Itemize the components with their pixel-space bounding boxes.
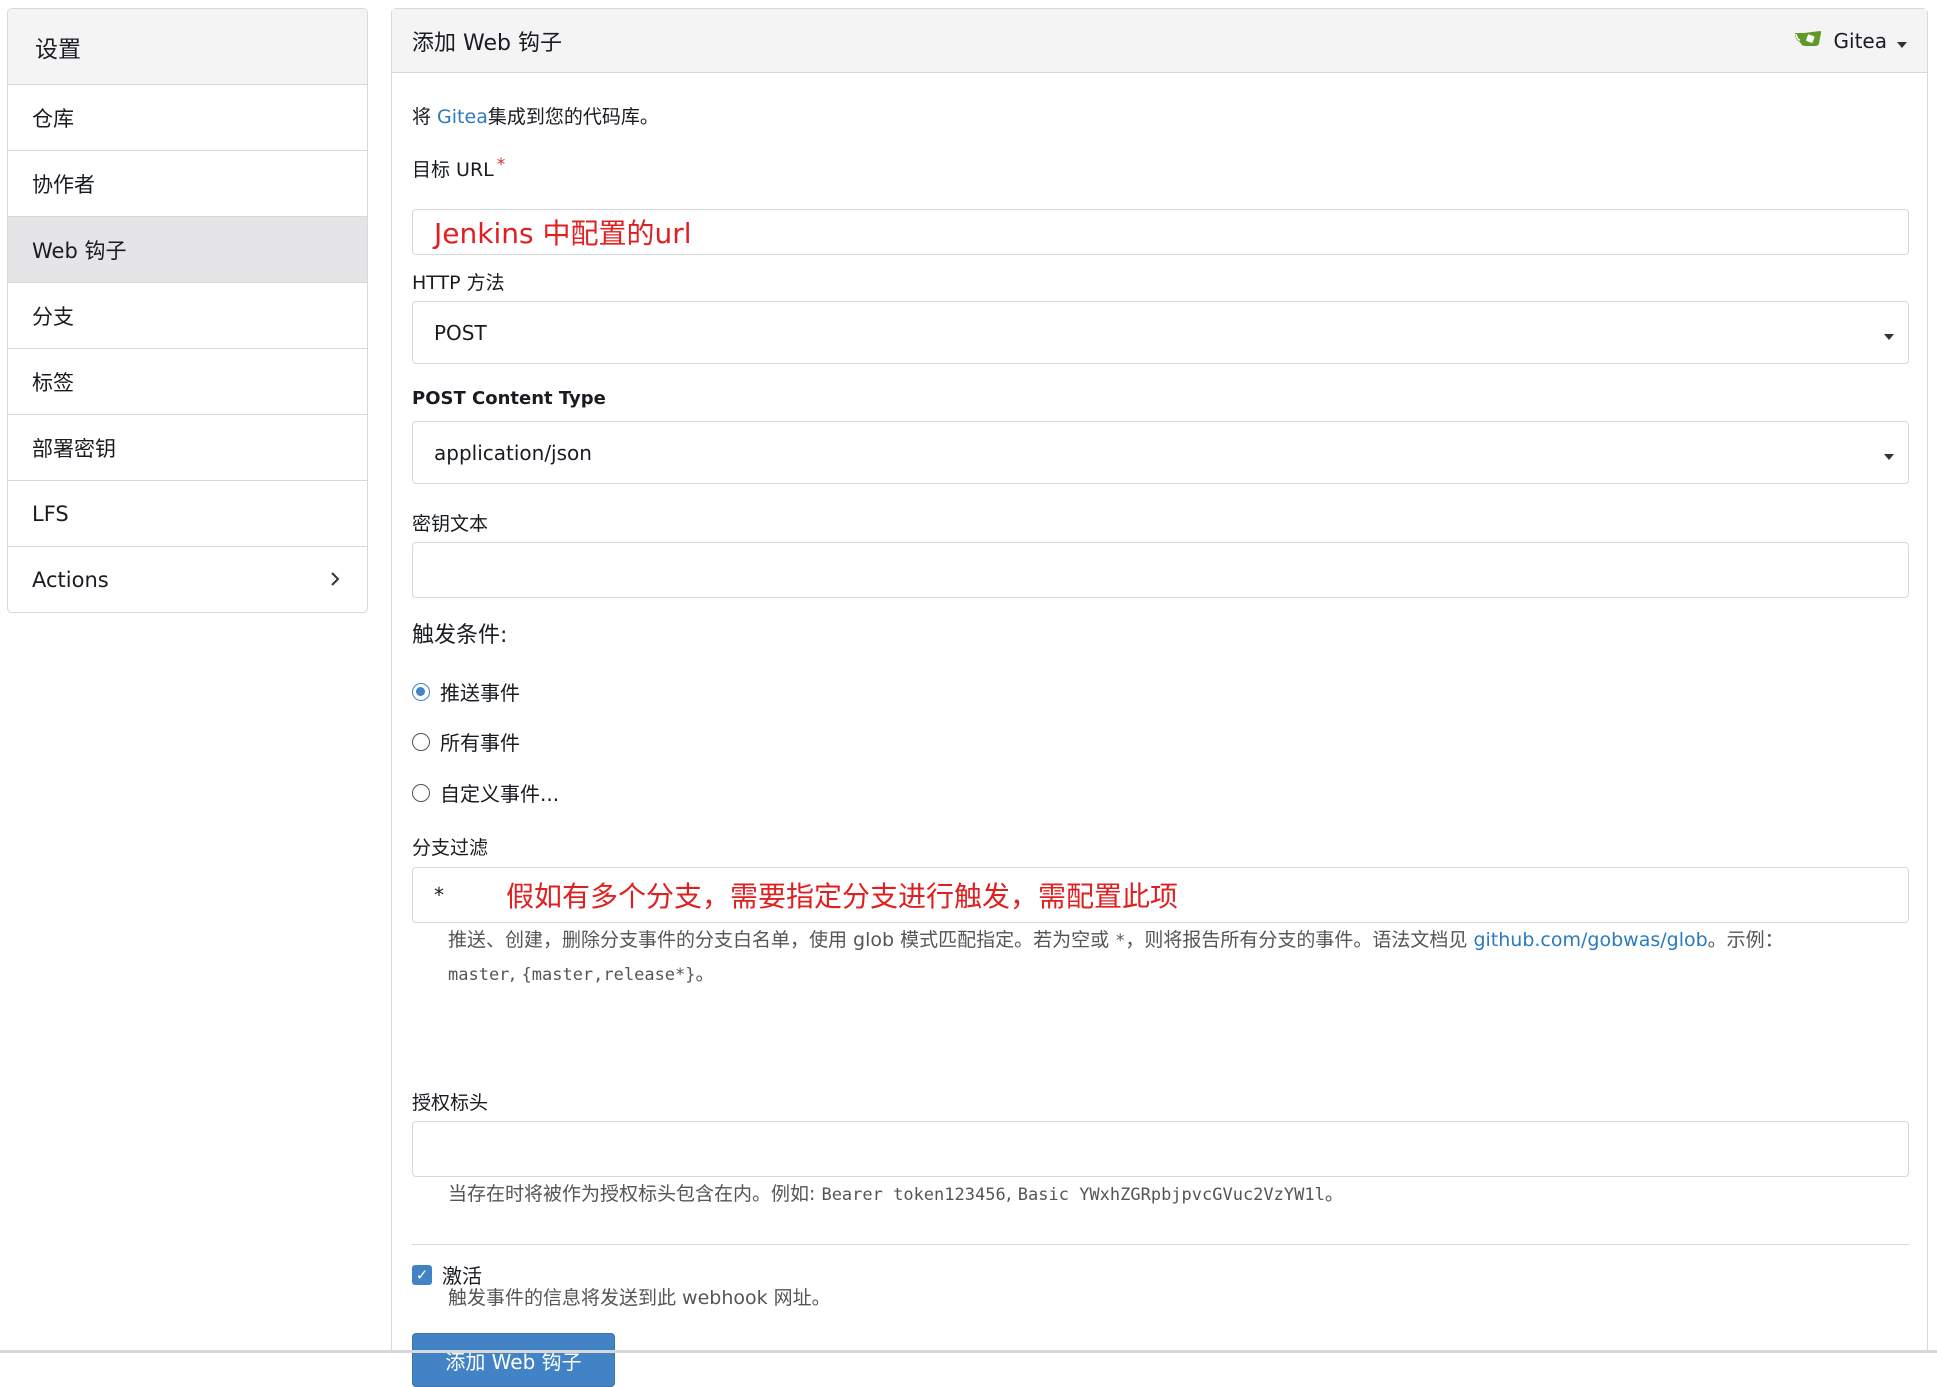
sidebar-item-label: LFS <box>32 501 69 526</box>
help-text: , <box>1005 1183 1018 1205</box>
help-text: , <box>509 963 522 985</box>
active-checkbox[interactable]: ✓ <box>412 1264 432 1285</box>
help-text: 。 <box>695 963 715 985</box>
help-text: 当存在时将被作为授权标头包含在内。例如: <box>448 1183 822 1205</box>
branch-filter-annotation: 假如有多个分支，需要指定分支进行触发，需配置此项 <box>506 880 1179 913</box>
target-url-annotation: Jenkins 中配置的url <box>434 217 692 250</box>
sidebar-item-tags[interactable]: 标签 <box>8 348 367 414</box>
trigger-option-all[interactable]: 所有事件 <box>412 727 520 756</box>
sidebar-header-label: 设置 <box>35 36 81 63</box>
secret-label: 密钥文本 <box>412 513 489 535</box>
chevron-right-icon <box>330 568 340 592</box>
sidebar-item-webhooks[interactable]: Web 钩子 <box>8 216 367 282</box>
webhook-type-label: Gitea <box>1833 28 1887 53</box>
auth-header-label: 授权标头 <box>412 1092 489 1114</box>
secret-input[interactable] <box>412 542 1909 598</box>
http-method-select[interactable]: POST <box>412 301 1909 364</box>
required-mark: * <box>496 155 506 175</box>
trigger-option-label: 所有事件 <box>440 731 520 755</box>
radio-selected[interactable] <box>412 682 430 701</box>
target-url-label: 目标 URL * <box>412 155 505 182</box>
branch-filter-help: 推送、创建，删除分支事件的分支白名单，使用 glob 模式匹配指定。若为空或 *… <box>448 924 1908 992</box>
trigger-option-label: 推送事件 <box>440 681 520 705</box>
sidebar-item-label: Actions <box>32 567 109 592</box>
caret-down-icon <box>1884 441 1894 465</box>
settings-sidebar: 设置 仓库 协作者 Web 钩子 分支 标签 部署密钥 LFS Actions <box>7 8 368 613</box>
sidebar-item-label: 仓库 <box>32 106 74 131</box>
target-url-label-text: 目标 URL <box>412 159 494 181</box>
help-code: master <box>448 965 510 985</box>
glob-docs-link[interactable]: github.com/gobwas/glob <box>1473 929 1707 951</box>
divider <box>412 1244 1909 1245</box>
webhook-type-dropdown[interactable]: Gitea <box>1794 9 1907 72</box>
sidebar-item-label: 协作者 <box>32 172 95 197</box>
caret-down-icon <box>1897 29 1907 53</box>
gitea-link[interactable]: Gitea <box>437 106 488 128</box>
intro-text: 将 Gitea集成到您的代码库。 <box>412 102 659 129</box>
panel-header: 添加 Web 钩子 Gitea <box>392 9 1927 73</box>
help-code: * <box>1115 931 1126 951</box>
gitea-logo-icon <box>1794 28 1824 53</box>
help-code: {master,release*} <box>521 965 696 985</box>
sidebar-item-branches[interactable]: 分支 <box>8 282 367 348</box>
intro-suffix: 集成到您的代码库。 <box>487 106 659 128</box>
sidebar-item-actions[interactable]: Actions <box>8 546 367 612</box>
help-text: ，则将报告所有分支的事件。语法文档见 <box>1125 929 1474 951</box>
sidebar-item-collaborators[interactable]: 协作者 <box>8 150 367 216</box>
radio-unselected[interactable] <box>412 783 430 802</box>
sidebar-item-label: 标签 <box>32 370 74 395</box>
help-text: 。示例： <box>1707 929 1784 951</box>
branch-filter-label: 分支过滤 <box>412 837 489 859</box>
trigger-option-custom[interactable]: 自定义事件... <box>412 778 559 807</box>
target-url-input[interactable]: Jenkins 中配置的url <box>412 209 1909 255</box>
trigger-label: 触发条件: <box>412 623 508 648</box>
content-type-label: POST Content Type <box>412 388 606 409</box>
http-method-value: POST <box>434 320 487 345</box>
help-code: Bearer token123456 <box>821 1185 1006 1205</box>
page-title: 添加 Web 钩子 <box>412 30 562 56</box>
add-webhook-button[interactable]: 添加 Web 钩子 <box>412 1333 615 1387</box>
sidebar-item-label: 分支 <box>32 304 74 329</box>
help-text: 推送、创建，删除分支事件的分支白名单，使用 glob 模式匹配指定。若为空或 <box>448 929 1116 951</box>
trigger-option-label: 自定义事件... <box>440 782 560 806</box>
branch-filter-input[interactable]: * 假如有多个分支，需要指定分支进行触发，需配置此项 <box>412 867 1909 923</box>
auth-header-help: 当存在时将被作为授权标头包含在内。例如: Bearer token123456,… <box>448 1178 1908 1212</box>
sidebar-item-label: 部署密钥 <box>32 436 116 461</box>
content-type-select[interactable]: application/json <box>412 421 1909 484</box>
help-text: 。 <box>1324 1183 1344 1205</box>
webhook-form-panel: 添加 Web 钩子 Gitea 将 Gitea集成到您的代码库。 目标 URL * <box>391 8 1928 1387</box>
http-method-label: HTTP 方法 <box>412 272 505 294</box>
sidebar-item-label: Web 钩子 <box>32 238 127 263</box>
radio-unselected[interactable] <box>412 732 430 751</box>
caret-down-icon <box>1884 321 1894 345</box>
active-help: 触发事件的信息将发送到此 webhook 网址。 <box>448 1287 831 1309</box>
auth-header-input[interactable] <box>412 1121 1909 1177</box>
intro-prefix: 将 <box>412 106 438 128</box>
sidebar-item-lfs[interactable]: LFS <box>8 480 367 546</box>
sidebar-header: 设置 <box>8 9 367 84</box>
sidebar-item-repository[interactable]: 仓库 <box>8 84 367 150</box>
help-code: Basic YWxhZGRpbjpvcGVuc2VzYW1l <box>1017 1185 1325 1205</box>
sidebar-item-deploy-keys[interactable]: 部署密钥 <box>8 414 367 480</box>
trigger-option-push[interactable]: 推送事件 <box>412 677 520 706</box>
branch-filter-value: * <box>434 883 444 907</box>
content-type-value: application/json <box>434 440 592 465</box>
